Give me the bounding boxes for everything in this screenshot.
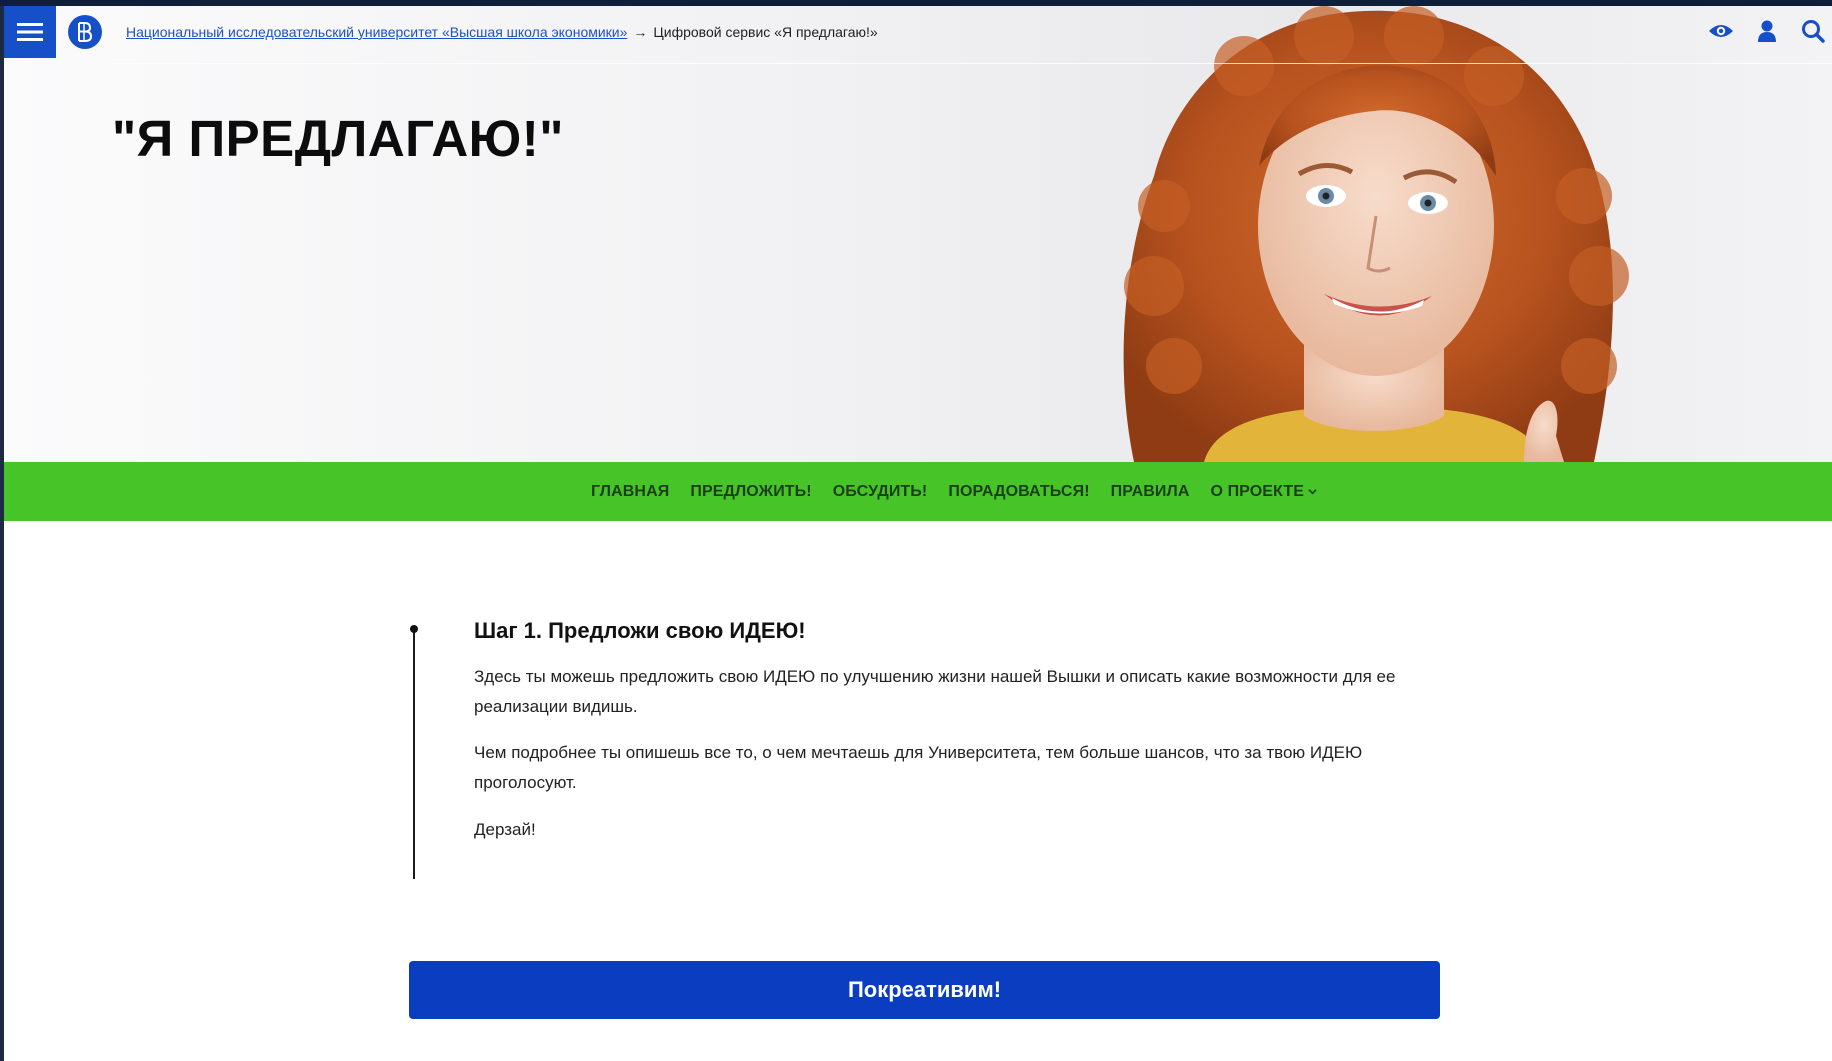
hse-logo[interactable] [68,15,102,49]
nav-item-about[interactable]: О ПРОЕКТЕ [1210,482,1317,501]
step-title: Шаг 1. Предложи свою ИДЕЮ! [474,618,806,643]
main-navigation: ГЛАВНАЯ ПРЕДЛОЖИТЬ! ОБСУДИТЬ! ПОРАДОВАТЬ… [4,462,1832,521]
hse-logo-icon [78,22,93,42]
nav-item-propose[interactable]: ПРЕДЛОЖИТЬ! [690,483,811,501]
nav-item-rejoice[interactable]: ПОРАДОВАТЬСЯ! [948,483,1089,501]
breadcrumb: Национальный исследовательский университ… [126,24,878,40]
breadcrumb-link-hse[interactable]: Национальный исследовательский университ… [126,24,627,40]
nav-item-home[interactable]: ГЛАВНАЯ [591,483,669,501]
create-idea-button[interactable]: Покреативим! [409,961,1440,1019]
hamburger-menu-button[interactable] [4,6,56,58]
step-paragraph-3: Дерзай! [474,820,536,839]
search-icon[interactable] [1800,18,1826,44]
breadcrumb-separator: → [633,24,648,40]
site-header: Национальный исследовательский университ… [4,6,1832,64]
step-paragraph-1: Здесь ты можешь предложить свою ИДЕЮ по … [474,667,1396,716]
step-paragraph-2: Чем подробнее ты опишешь все то, о чем м… [474,743,1363,792]
eye-icon[interactable] [1708,18,1734,44]
hero-banner: "Я ПРЕДЛАГАЮ!" [4,6,1832,462]
nav-item-about-label: О ПРОЕКТЕ [1210,482,1304,500]
nav-item-discuss[interactable]: ОБСУДИТЬ! [833,483,928,501]
hero-title: "Я ПРЕДЛАГАЮ!" [112,110,564,167]
hero-portrait-image [1123,6,1629,462]
hamburger-icon [17,23,43,41]
chevron-down-icon [1308,489,1317,495]
timeline-line [413,627,415,879]
nav-item-rules[interactable]: ПРАВИЛА [1111,483,1190,501]
header-icons [1708,18,1832,44]
breadcrumb-current: Цифровой сервис «Я предлагаю!» [653,24,878,40]
timeline-dot [410,625,418,633]
user-icon[interactable] [1754,18,1780,44]
header-divider [114,63,1832,64]
